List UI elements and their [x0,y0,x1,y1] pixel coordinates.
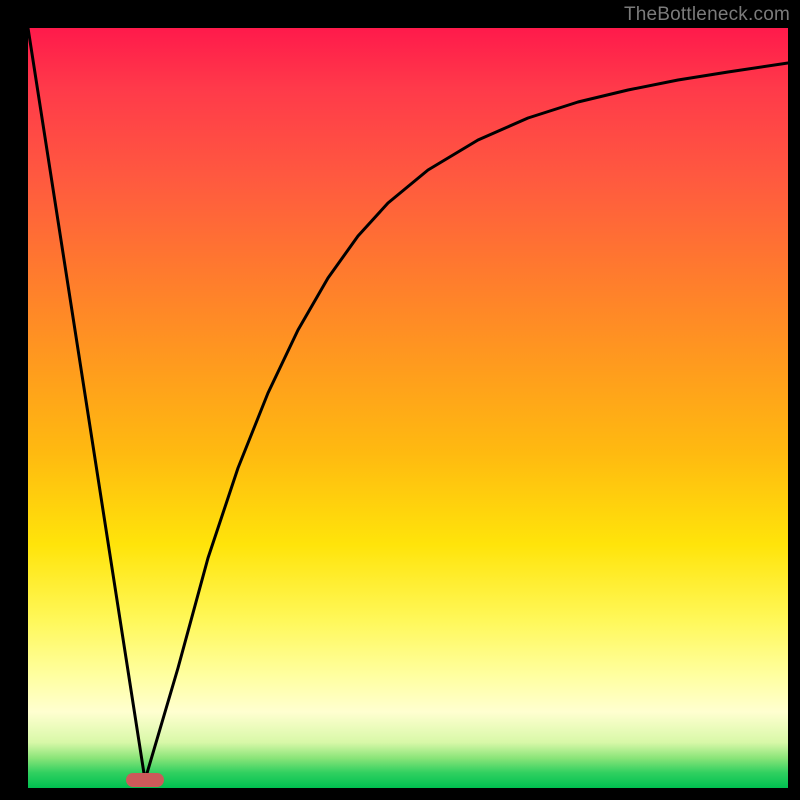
chart-frame: TheBottleneck.com [0,0,800,800]
watermark-text: TheBottleneck.com [624,4,790,26]
plot-area [28,28,788,788]
bottleneck-curve [28,28,788,780]
curve-layer [28,28,788,788]
valley-marker [126,773,164,787]
